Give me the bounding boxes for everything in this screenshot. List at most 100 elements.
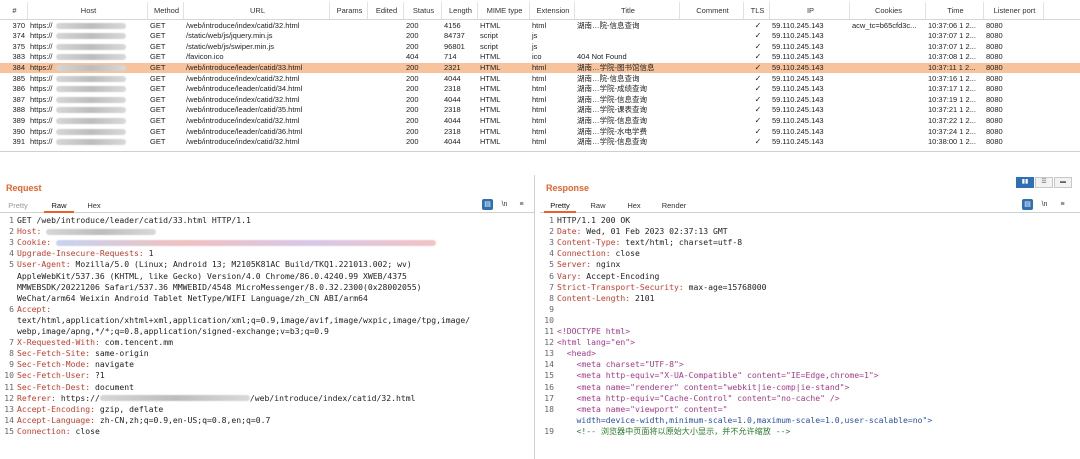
request-editor[interactable]: 1 GET /web/introduce/leader/catid/33.html… <box>0 215 534 459</box>
redacted-host <box>55 96 126 103</box>
response-editor[interactable]: 1 HTTP/1.1 200 OK 2 Date: Wed, 01 Feb 2023 … <box>540 215 1080 459</box>
redacted-host <box>55 117 126 124</box>
table-row[interactable]: 391 https://GET/web/introduce/index/catid… <box>0 137 1080 148</box>
menu-icon[interactable]: ≡ <box>1057 199 1068 210</box>
cell-title: 湖南…学院-成绩查询 <box>577 84 647 94</box>
table-row[interactable]: 388 https://GET/web/introduce/leader/cati… <box>0 105 1080 116</box>
cell-tls: ✓ <box>754 115 762 125</box>
cell-status: 200 <box>406 126 419 136</box>
newline-icon[interactable]: \n <box>499 199 510 210</box>
cell-length: 84737 <box>444 31 465 41</box>
cell-time: 10:37:16 1 2... <box>928 73 976 83</box>
cell-host: https:// <box>28 84 148 95</box>
column-header-method[interactable]: Method <box>148 2 184 19</box>
column-header-ip[interactable]: IP <box>770 2 850 19</box>
request-line: text/html,application/xhtml+xml,applicat… <box>17 314 471 325</box>
cell-title: 湖南…学院-信息查询 <box>577 115 647 125</box>
column-header-host[interactable]: Host <box>28 2 148 19</box>
column-header-mime[interactable]: MIME type <box>478 2 530 19</box>
cell-tls: ✓ <box>754 73 762 83</box>
column-header-params[interactable]: Params <box>330 2 368 19</box>
cell-host: https:// <box>28 116 148 127</box>
cell-url: /web/introduce/index/catid/32.html <box>186 115 300 125</box>
cell-cookies <box>850 52 926 63</box>
cell-edited <box>368 63 404 74</box>
column-header-tls[interactable]: TLS <box>744 2 770 19</box>
cell-tls: ✓ <box>754 84 762 94</box>
redacted-host <box>46 228 157 235</box>
table-row[interactable]: 387 https://GET/web/introduce/index/catid… <box>0 95 1080 106</box>
column-header-length[interactable]: Length <box>442 2 478 19</box>
tab-response-render[interactable]: Render <box>656 199 692 213</box>
wrap-icon[interactable]: ▤ <box>482 199 493 210</box>
request-line: 7 X-Requested-With: com.tencent.mm <box>9 337 173 348</box>
redacted-host <box>55 64 126 71</box>
response-line: 9 <box>549 303 554 314</box>
table-row[interactable]: 370 https://GET/web/introduce/index/catid… <box>0 21 1080 32</box>
column-header-title[interactable]: Title <box>575 2 680 19</box>
tab-response-hex[interactable]: Hex <box>620 199 648 213</box>
cell-title: 404 Not Found <box>577 52 627 62</box>
cell-comment <box>680 63 744 74</box>
cell-edited <box>368 52 404 63</box>
cell-ext: html <box>532 126 547 136</box>
request-line: 1 GET /web/introduce/leader/catid/33.html… <box>9 215 251 225</box>
cell-title: 湖南…学院-课表查询 <box>577 105 647 115</box>
menu-icon[interactable]: ≡ <box>516 199 527 210</box>
response-line: 3 Content-Type: text/html; charset=utf-8 <box>549 237 743 248</box>
table-row[interactable]: 383 https://GET/favicon.ico 404 714 HTML ico 4… <box>0 52 1080 63</box>
cell-ip: 59.110.245.143 <box>772 137 824 147</box>
cell-tls: ✓ <box>754 137 762 147</box>
tab-request-pretty[interactable]: Pretty <box>4 199 32 213</box>
table-row[interactable]: 385 https://GET/web/introduce/index/catid… <box>0 74 1080 85</box>
cell-host: https:// <box>28 63 148 74</box>
column-header-id[interactable]: # <box>0 2 28 19</box>
wrap-icon[interactable]: ▤ <box>1022 199 1033 210</box>
cell-cookies <box>850 95 926 106</box>
column-header-ext[interactable]: Extension <box>530 2 575 19</box>
cell-cookies <box>850 63 926 74</box>
table-row[interactable]: 384 https://GET/web/introduce/leader/cati… <box>0 62 1080 74</box>
column-header-port[interactable]: Listener port <box>984 2 1044 19</box>
cell-title: 湖南…学院-信息查询 <box>577 137 647 147</box>
tab-response-raw[interactable]: Raw <box>584 199 612 213</box>
cell-tls: ✓ <box>754 52 762 62</box>
column-header-edited[interactable]: Edited <box>368 2 404 19</box>
request-line: 15 Connection: close <box>4 425 100 436</box>
cell-cookies <box>850 42 926 53</box>
cell-port: 8080 <box>986 52 1003 62</box>
cell-id: 391 <box>12 137 25 147</box>
table-row[interactable]: 390 https://GET/web/introduce/leader/cati… <box>0 127 1080 138</box>
response-line: 1 HTTP/1.1 200 OK <box>549 215 631 225</box>
table-row[interactable]: 374 https://GET/static/web/js/jquery.min.… <box>0 31 1080 42</box>
cell-time: 10:37:11 1 2... <box>928 62 976 72</box>
tab-request-raw[interactable]: Raw <box>44 199 74 213</box>
tab-request-hex[interactable]: Hex <box>80 199 108 213</box>
column-header-time[interactable]: Time <box>926 2 984 19</box>
column-header-status[interactable]: Status <box>404 2 442 19</box>
cell-params <box>330 21 368 32</box>
cell-time: 10:37:06 1 2... <box>928 20 976 30</box>
column-header-cookies[interactable]: Cookies <box>850 2 926 19</box>
request-panel: Request Pretty Raw Hex ▤ \n ≡ 1 GET /web/… <box>0 175 535 459</box>
table-row[interactable]: 386 https://GET/web/introduce/leader/cati… <box>0 84 1080 95</box>
cell-id: 386 <box>12 84 25 94</box>
table-row[interactable]: 375 https://GET/static/web/js/swiper.min.… <box>0 42 1080 53</box>
cell-url: /favicon.ico <box>186 52 224 62</box>
cell-time: 10:37:08 1 2... <box>928 52 976 62</box>
cell-params <box>330 116 368 127</box>
cell-mime: HTML <box>480 20 501 30</box>
column-header-comment[interactable]: Comment <box>680 2 744 19</box>
cell-url: /static/web/js/swiper.min.js <box>186 41 274 51</box>
column-header-url[interactable]: URL <box>184 2 330 19</box>
table-row[interactable]: 389 https://GET/web/introduce/index/catid… <box>0 116 1080 127</box>
cell-method: GET <box>150 115 166 125</box>
cell-ext: html <box>532 115 547 125</box>
cell-title <box>575 42 680 53</box>
cell-params <box>330 84 368 95</box>
cell-port: 8080 <box>986 73 1003 83</box>
tab-response-pretty[interactable]: Pretty <box>544 199 576 213</box>
history-header-row: # Host Method URL Params Edited Status Length MI… <box>0 2 1080 20</box>
cell-ip: 59.110.245.143 <box>772 41 824 51</box>
newline-icon[interactable]: \n <box>1039 199 1050 210</box>
